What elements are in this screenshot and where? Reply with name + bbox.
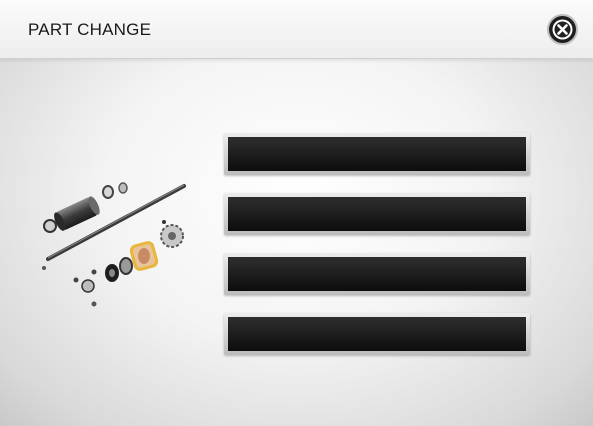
part-slot-label [228, 317, 526, 351]
part-slot-label [228, 137, 526, 171]
part-assembly-illustration [42, 182, 186, 307]
part-slot[interactable] [224, 253, 530, 295]
part-slot[interactable] [224, 133, 530, 175]
part-slot-label [228, 197, 526, 231]
close-icon [552, 19, 573, 40]
part-slot[interactable] [224, 193, 530, 235]
part-slot[interactable] [224, 313, 530, 355]
header-bar: PART CHANGE [0, 0, 593, 59]
page-title: PART CHANGE [28, 20, 152, 39]
part-slot-label [228, 257, 526, 291]
close-button[interactable] [549, 16, 576, 43]
